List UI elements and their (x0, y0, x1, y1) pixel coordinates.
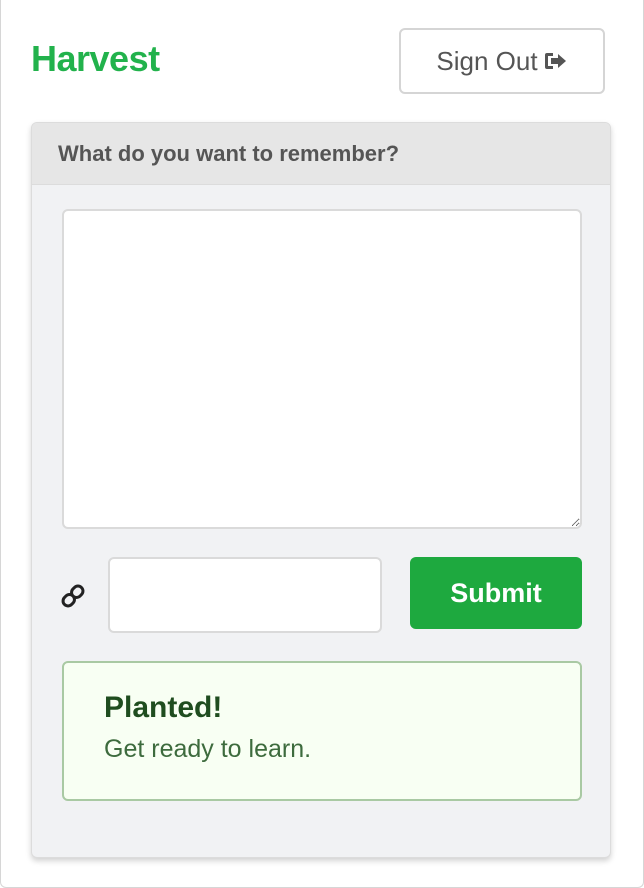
app-window: Harvest Sign Out What do you want to rem… (0, 0, 644, 888)
submit-button[interactable]: Submit (410, 557, 582, 629)
panel-heading: What do you want to remember? (32, 123, 610, 185)
app-title: Harvest (31, 38, 160, 79)
alert-message: Get ready to learn. (104, 735, 312, 763)
link-icon (60, 583, 86, 609)
link-url-input[interactable] (108, 557, 382, 633)
sign-out-icon (544, 51, 568, 71)
alert-title: Planted! (104, 691, 223, 724)
memory-panel: What do you want to remember? Submit Pla… (31, 122, 611, 858)
memo-textarea[interactable] (62, 209, 582, 529)
success-alert: Planted! Get ready to learn. (62, 661, 582, 801)
sign-out-button[interactable]: Sign Out (399, 28, 605, 94)
sign-out-label: Sign Out (436, 45, 538, 76)
